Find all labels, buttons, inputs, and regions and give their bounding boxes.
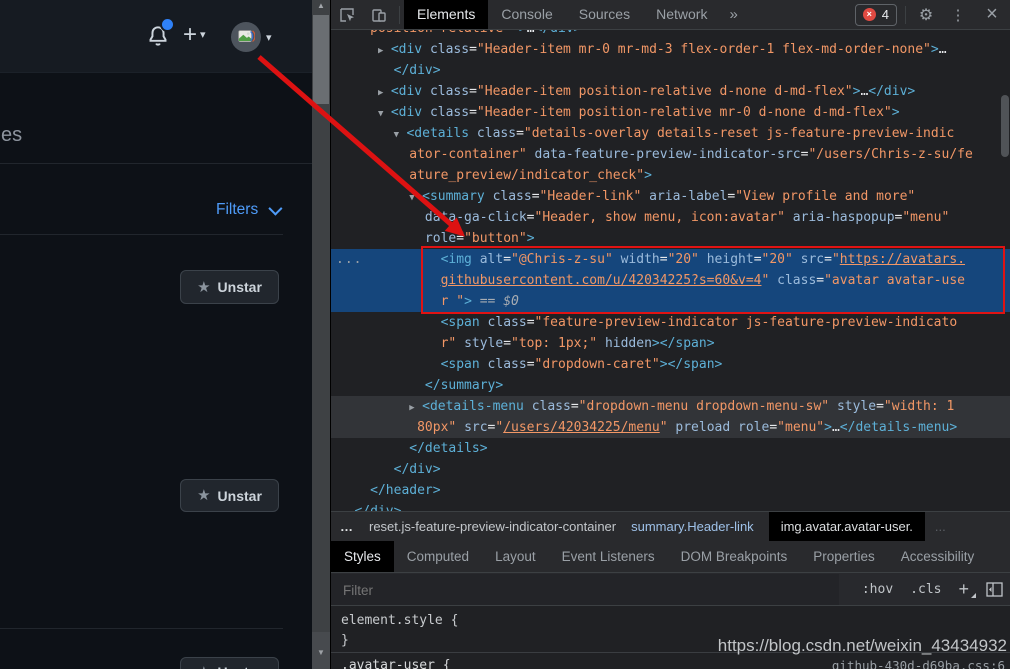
code-line[interactable]: 80px" src="/users/42034225/menu" preload…: [331, 417, 1010, 438]
code-line[interactable]: ▼ <div class="Header-item position-relat…: [331, 102, 1010, 123]
code-line[interactable]: </div>: [331, 459, 1010, 480]
devtools-tab-console[interactable]: Console: [488, 0, 565, 29]
toolbar-separator: [905, 5, 906, 24]
gutter-marker[interactable]: ...: [336, 249, 362, 270]
code-line[interactable]: ▶ <details-menu class="dropdown-menu dro…: [331, 396, 1010, 417]
breadcrumb-item[interactable]: ...: [935, 519, 946, 534]
toolbar-separator: [399, 5, 400, 24]
styles-pane-tabs: Styles Computed Layout Event Listeners DOM B…: [331, 541, 1010, 572]
breadcrumb-item[interactable]: reset.js-feature-preview-indicator-conta…: [369, 519, 616, 534]
code-line[interactable]: </summary>: [331, 375, 1010, 396]
styles-tab-event-listeners[interactable]: Event Listeners: [549, 541, 668, 572]
dom-breadcrumbs: … reset.js-feature-preview-indicator-cont…: [331, 511, 1010, 541]
settings-gear-icon[interactable]: ⚙: [910, 1, 942, 29]
class-toggle[interactable]: .cls: [910, 582, 941, 597]
filters-dropdown[interactable]: Filters: [216, 201, 283, 219]
element-style-close-brace: }: [341, 633, 349, 648]
inspect-element-icon[interactable]: [331, 1, 363, 29]
close-devtools-icon[interactable]: ×: [974, 1, 1010, 29]
chevron-down-icon: [268, 201, 283, 216]
code-line[interactable]: <span class="dropdown-caret"></span>: [331, 354, 1010, 375]
avatar: [231, 22, 261, 52]
caret-down-icon: ▾: [266, 31, 272, 44]
code-line[interactable]: ator-container" data-feature-preview-ind…: [331, 144, 1010, 165]
screenshot-root: + ▾ ▾ es Filters ★ Unstar ★ Unstar ▲ ▼ E…: [0, 0, 1010, 669]
code-line[interactable]: ▼ <summary class="Header-link" aria-labe…: [331, 186, 1010, 207]
styles-tab-styles[interactable]: Styles: [331, 541, 394, 572]
code-line[interactable]: r "> == $0: [331, 291, 1010, 312]
clipped-heading-text: es: [1, 124, 23, 146]
code-line[interactable]: ▶ <div class="Header-item mr-0 mr-md-3 f…: [331, 39, 1010, 60]
github-header: + ▾ ▾: [0, 0, 312, 73]
styles-tab-properties[interactable]: Properties: [800, 541, 888, 572]
star-icon: ★: [197, 487, 211, 504]
code-line[interactable]: ▶ <div class="Header-item position-relat…: [331, 81, 1010, 102]
page-scrollbar[interactable]: ▲ ▼: [312, 0, 330, 669]
divider: [0, 234, 283, 235]
devtools-tab-sources[interactable]: Sources: [566, 0, 643, 29]
code-line[interactable]: githubusercontent.com/u/42034225?s=60&v=…: [331, 270, 1010, 291]
devtools-tab-network[interactable]: Network: [643, 0, 720, 29]
devtools-tab-elements[interactable]: Elements: [404, 0, 489, 29]
code-line[interactable]: data-ga-click="Header, show menu, icon:a…: [331, 207, 1010, 228]
console-errors-badge[interactable]: × 4: [854, 3, 897, 26]
new-style-rule-button[interactable]: +: [958, 579, 976, 600]
code-line[interactable]: </header>: [331, 480, 1010, 501]
breadcrumb-item[interactable]: summary.Header-link: [631, 519, 754, 534]
unstar-button[interactable]: ★ Unstar: [180, 270, 279, 304]
code-line[interactable]: </div>: [331, 60, 1010, 81]
toggle-sidebar-icon[interactable]: [986, 582, 1003, 597]
unstar-button-clipped[interactable]: ★ Unstar: [180, 657, 279, 669]
scrollbar-up-arrow[interactable]: ▲: [312, 1, 330, 10]
filters-label: Filters: [216, 201, 259, 218]
code-line[interactable]: ature_preview/indicator_check">: [331, 165, 1010, 186]
scrollbar-down-arrow[interactable]: ▼: [312, 648, 330, 657]
elements-code: position-relative ">…</div> ▶ <div class…: [331, 30, 1010, 511]
styles-tab-layout[interactable]: Layout: [482, 541, 549, 572]
star-icon: ★: [197, 665, 210, 669]
divider: [0, 163, 312, 164]
code-line[interactable]: <img alt="@Chris-z-su" width="20" height…: [331, 249, 1010, 270]
elements-tree: position-relative ">…</div> ▶ <div class…: [331, 30, 1010, 511]
error-count: 4: [881, 7, 889, 22]
styles-tab-dom-breakpoints[interactable]: DOM Breakpoints: [668, 541, 801, 572]
scrollbar-thumb[interactable]: [313, 15, 329, 104]
unstar-button[interactable]: ★ Unstar: [180, 479, 279, 512]
devtools-menu-icon[interactable]: ⋮: [942, 1, 974, 29]
code-line[interactable]: </div>: [331, 501, 1010, 511]
star-icon: ★: [197, 278, 211, 296]
devtools-panel: Elements Console Sources Network » × 4 ⚙ ⋮ …: [330, 0, 1010, 669]
notification-dot: [160, 17, 175, 32]
code-line[interactable]: <span class="feature-preview-indicator j…: [331, 312, 1010, 333]
divider: [0, 628, 283, 629]
styles-tab-accessibility[interactable]: Accessibility: [888, 541, 988, 572]
breadcrumb-item[interactable]: …: [340, 519, 354, 534]
code-line[interactable]: role="button">: [331, 228, 1010, 249]
github-page: + ▾ ▾ es Filters ★ Unstar ★ Unstar: [0, 0, 312, 669]
styles-tab-computed[interactable]: Computed: [394, 541, 482, 572]
breadcrumb-item[interactable]: img.avatar.avatar-user.: [768, 512, 925, 541]
more-tabs-button[interactable]: »: [720, 6, 746, 23]
watermark-url: https://blog.csdn.net/weixin_43434932: [717, 636, 1007, 655]
elements-scrollbar-thumb[interactable]: [1001, 95, 1009, 157]
create-new-button[interactable]: + ▾: [183, 21, 206, 49]
code-line[interactable]: r" style="top: 1px;" hidden></span>: [331, 333, 1010, 354]
element-style-rule[interactable]: element.style {: [341, 613, 458, 628]
styles-filter-bar: :hov .cls +: [331, 572, 1010, 606]
profile-menu-button[interactable]: ▾: [231, 22, 272, 52]
pseudo-state-toggle[interactable]: :hov: [862, 582, 893, 597]
devtools-tabs: Elements Console Sources Network: [404, 0, 720, 29]
code-line[interactable]: </details>: [331, 438, 1010, 459]
styles-filter-input[interactable]: [331, 574, 839, 606]
caret-down-icon: ▾: [200, 29, 206, 41]
device-toolbar-icon[interactable]: [363, 1, 395, 29]
code-line[interactable]: ▼ <details class="details-overlay detail…: [331, 123, 1010, 144]
avatar-user-selector[interactable]: .avatar-user {: [341, 658, 451, 669]
code-line[interactable]: position-relative ">…</div>: [331, 30, 1010, 39]
devtools-toolbar: Elements Console Sources Network » × 4 ⚙ ⋮ …: [331, 0, 1010, 30]
error-icon: ×: [862, 8, 876, 21]
css-source-link[interactable]: github-430d-d69ba.css:6: [832, 658, 1005, 669]
